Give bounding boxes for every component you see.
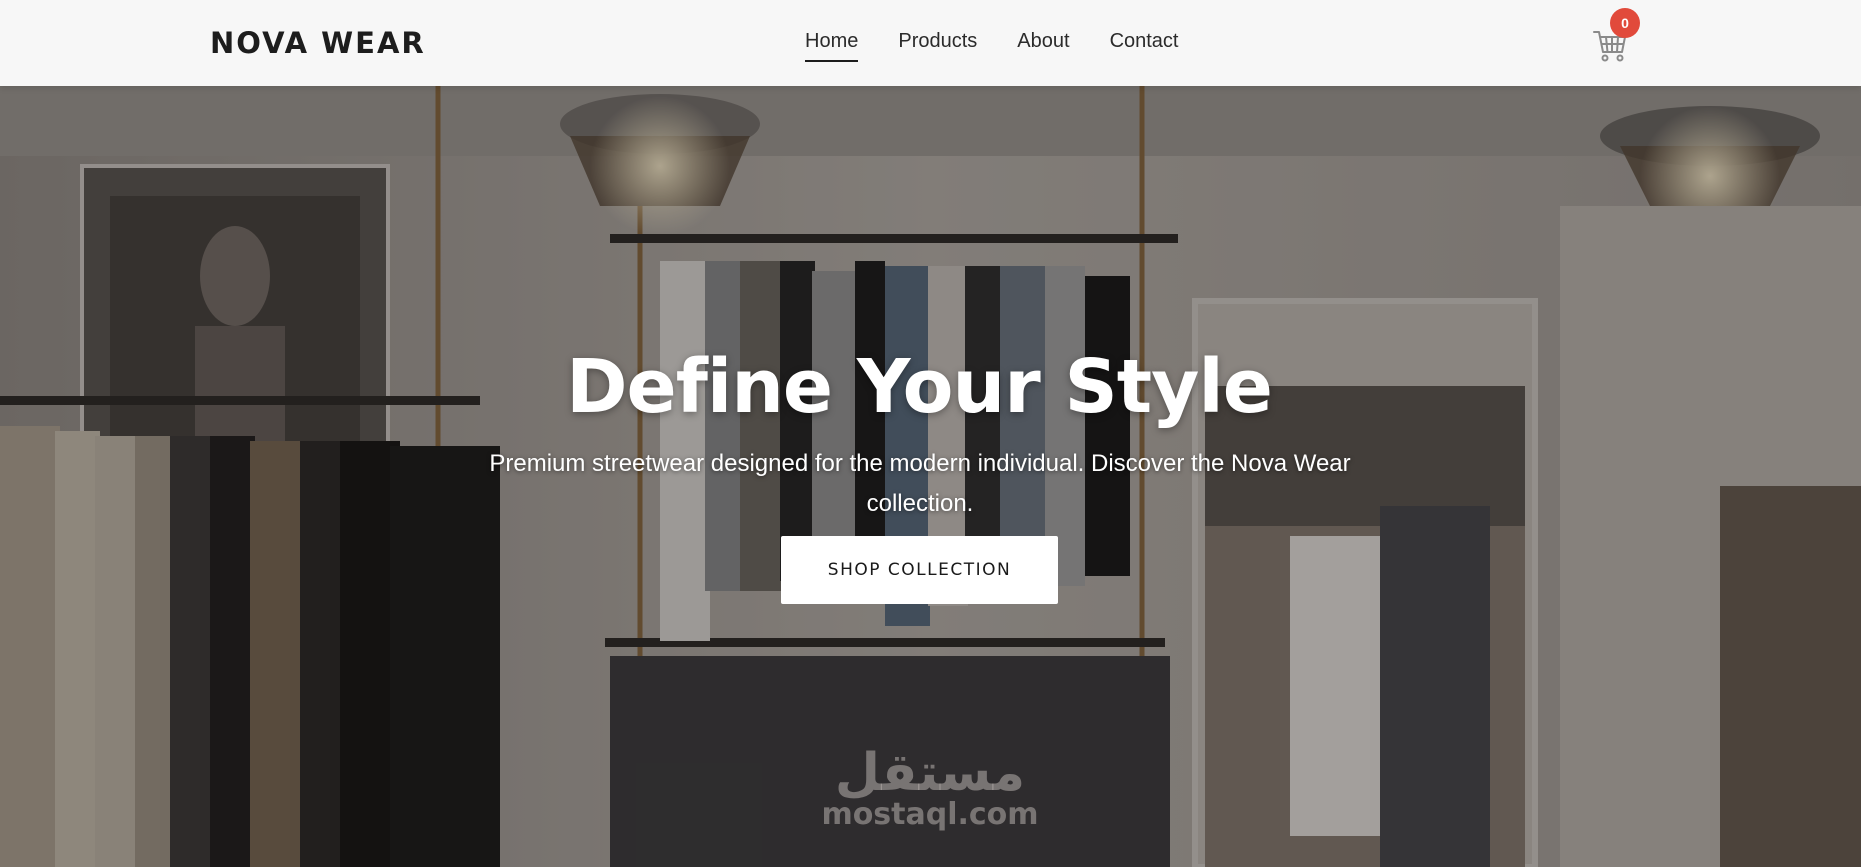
- watermark-text: mostaql.com: [821, 797, 1039, 832]
- navbar: NOVA WEAR Home Products About Contact 0: [0, 0, 1861, 86]
- nav-contact-link[interactable]: Contact: [1110, 30, 1179, 62]
- nav-about-link[interactable]: About: [1017, 30, 1069, 62]
- hero-subtitle: Premium streetwear designed for the mode…: [489, 450, 1351, 517]
- brand-logo[interactable]: NOVA WEAR: [210, 26, 426, 60]
- main-nav: Home Products About Contact: [805, 30, 1179, 62]
- watermark: مستقل mostaql.com: [815, 746, 1045, 830]
- shop-collection-button[interactable]: SHOP COLLECTION: [781, 536, 1058, 604]
- hero-section: Define Your Style Premium streetwear des…: [0, 86, 1861, 867]
- nav-products-link[interactable]: Products: [898, 30, 977, 62]
- hero-title: Define Your Style: [566, 343, 1273, 430]
- nav-home-link[interactable]: Home: [805, 30, 859, 62]
- watermark-arabic: مستقل: [834, 743, 1026, 803]
- cart-count-badge: 0: [1610, 8, 1640, 38]
